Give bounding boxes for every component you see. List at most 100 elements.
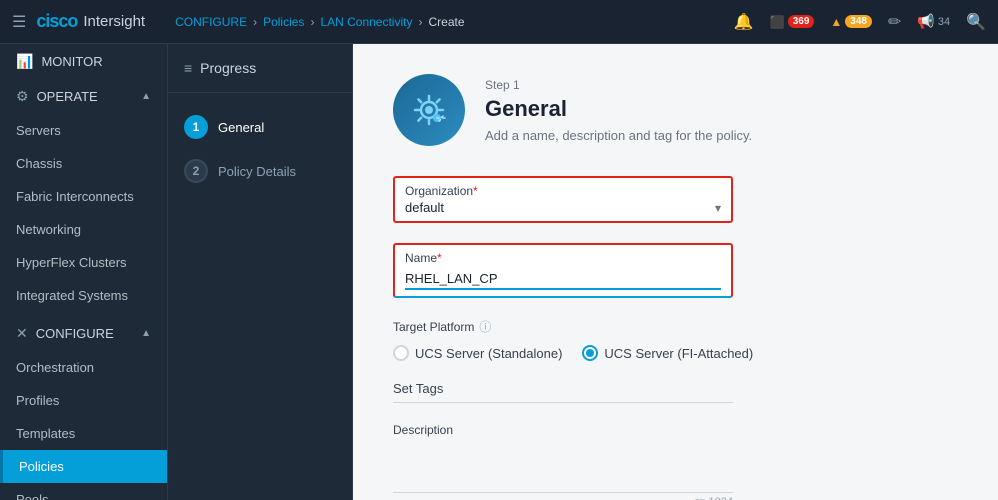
step1-circle: 1 xyxy=(184,115,208,139)
sidebar-item-integrated[interactable]: Integrated Systems xyxy=(0,279,167,312)
tags-divider xyxy=(393,402,733,403)
char-count: <= 1024 xyxy=(393,496,733,500)
sidebar-item-orchestration[interactable]: Orchestration xyxy=(0,351,167,384)
description-section: Description <= 1024 xyxy=(393,423,958,500)
breadcrumb-configure[interactable]: CONFIGURE xyxy=(175,15,247,29)
radio-label-standalone: UCS Server (Standalone) xyxy=(415,346,562,361)
configure-icon: ✕ xyxy=(16,325,28,342)
configure-section[interactable]: ✕ CONFIGURE ▲ xyxy=(0,316,167,351)
step1-label: General xyxy=(218,120,264,135)
sidebar-item-templates[interactable]: Templates xyxy=(0,417,167,450)
policies-label: Policies xyxy=(19,459,64,474)
topbar: ☰ cisco Intersight CONFIGURE › Policies … xyxy=(0,0,998,44)
topbar-right: 🔔 ⬛ 369 ▲ 348 ✏ 📢 34 🔍 xyxy=(734,12,986,32)
sidebar-item-servers[interactable]: Servers xyxy=(0,114,167,147)
hamburger-menu-icon[interactable]: ☰ xyxy=(12,12,26,32)
name-field: Name* RHEL_LAN_CP xyxy=(393,243,958,298)
radio-label-fi: UCS Server (FI-Attached) xyxy=(604,346,753,361)
progress-icon: ≡ xyxy=(184,60,192,76)
search-icon[interactable]: 🔍 xyxy=(966,12,986,32)
sidebar-item-policies[interactable]: Policies xyxy=(0,450,167,483)
orchestration-label: Orchestration xyxy=(16,360,94,375)
app-name: Intersight xyxy=(83,13,145,30)
gear-settings-icon xyxy=(409,90,449,130)
organization-value: default xyxy=(405,200,444,215)
sidebar-item-networking[interactable]: Networking xyxy=(0,213,167,246)
monitor-section[interactable]: 📊 MONITOR xyxy=(0,44,167,79)
step-title-area: Step 1 General Add a name, description a… xyxy=(485,74,752,143)
info-icon[interactable]: ⓘ xyxy=(479,318,491,335)
operate-section[interactable]: ⚙ OPERATE ▲ xyxy=(0,79,167,114)
templates-label: Templates xyxy=(16,426,75,441)
step2-label: Policy Details xyxy=(218,164,296,179)
tags-label: Set Tags xyxy=(393,381,958,396)
breadcrumb-create: Create xyxy=(428,15,464,29)
main-layout: 📊 MONITOR ⚙ OPERATE ▲ Servers Chassis Fa… xyxy=(0,44,998,500)
chassis-label: Chassis xyxy=(16,156,62,171)
step-header: Step 1 General Add a name, description a… xyxy=(393,74,958,146)
desc-label: Description xyxy=(393,423,958,437)
step-icon-circle xyxy=(393,74,465,146)
progress-panel: ≡ Progress 1 General 2 Policy Details xyxy=(168,44,353,500)
name-required: * xyxy=(437,251,442,265)
step-title: General xyxy=(485,96,752,122)
org-dropdown-arrow[interactable]: ▾ xyxy=(715,201,721,215)
bell-icon[interactable]: 🔔 xyxy=(734,12,754,32)
hyperflex-label: HyperFlex Clusters xyxy=(16,255,127,270)
name-box[interactable]: Name* RHEL_LAN_CP xyxy=(393,243,733,298)
configure-chevron: ▲ xyxy=(141,328,151,339)
warn-badge: ▲ 348 xyxy=(830,15,872,29)
megaphone-icon[interactable]: 📢 xyxy=(917,13,934,30)
progress-title: Progress xyxy=(200,60,256,76)
step1-number: 1 xyxy=(193,120,200,134)
platform-label: Target Platform ⓘ xyxy=(393,318,958,335)
operate-chevron: ▲ xyxy=(141,91,151,102)
desc-input[interactable] xyxy=(393,443,733,493)
step-desc: Add a name, description and tag for the … xyxy=(485,128,752,143)
progress-step-2[interactable]: 2 Policy Details xyxy=(168,149,352,193)
sidebar-item-hyperflex[interactable]: HyperFlex Clusters xyxy=(0,246,167,279)
organization-box[interactable]: Organization* default ▾ xyxy=(393,176,733,223)
radio-fi-attached[interactable]: UCS Server (FI-Attached) xyxy=(582,345,753,361)
name-value: RHEL_LAN_CP xyxy=(405,271,721,290)
radio-dot-fi xyxy=(586,349,594,357)
progress-step-1[interactable]: 1 General xyxy=(168,105,352,149)
configure-label: CONFIGURE xyxy=(36,326,114,341)
step2-number: 2 xyxy=(193,164,200,178)
monitor-label: MONITOR xyxy=(41,54,102,69)
fabric-label: Fabric Interconnects xyxy=(16,189,134,204)
operate-label: OPERATE xyxy=(37,89,98,104)
servers-label: Servers xyxy=(16,123,61,138)
sidebar-item-fabric[interactable]: Fabric Interconnects xyxy=(0,180,167,213)
org-required: * xyxy=(473,184,478,198)
organization-label: Organization* xyxy=(405,184,721,198)
networking-label: Networking xyxy=(16,222,81,237)
content-area: ≡ Progress 1 General 2 Policy Details xyxy=(168,44,998,500)
edit-icon[interactable]: ✏ xyxy=(888,12,901,32)
announce-count: 34 xyxy=(938,16,950,28)
error-icon: ⬛ xyxy=(770,15,785,29)
sidebar-item-chassis[interactable]: Chassis xyxy=(0,147,167,180)
announce-badge: 📢 34 xyxy=(917,13,950,30)
organization-field: Organization* default ▾ xyxy=(393,176,958,223)
form-area: Step 1 General Add a name, description a… xyxy=(353,44,998,500)
warn-icon: ▲ xyxy=(830,15,842,29)
breadcrumb: CONFIGURE › Policies › LAN Connectivity … xyxy=(175,15,464,29)
radio-group: UCS Server (Standalone) UCS Server (FI-A… xyxy=(393,345,958,361)
breadcrumb-policies[interactable]: Policies xyxy=(263,15,304,29)
error-count: 369 xyxy=(788,15,815,28)
breadcrumb-sep2: › xyxy=(310,15,314,29)
step2-circle: 2 xyxy=(184,159,208,183)
progress-header: ≡ Progress xyxy=(168,60,352,93)
radio-circle-standalone xyxy=(393,345,409,361)
pools-label: Pools xyxy=(16,492,49,500)
monitor-icon: 📊 xyxy=(16,53,33,70)
name-label: Name* xyxy=(405,251,721,265)
organization-input-row: default ▾ xyxy=(405,200,721,215)
sidebar-item-pools[interactable]: Pools xyxy=(0,483,167,500)
target-platform-section: Target Platform ⓘ UCS Server (Standalone… xyxy=(393,318,958,361)
radio-standalone[interactable]: UCS Server (Standalone) xyxy=(393,345,562,361)
sidebar: 📊 MONITOR ⚙ OPERATE ▲ Servers Chassis Fa… xyxy=(0,44,168,500)
breadcrumb-lan[interactable]: LAN Connectivity xyxy=(320,15,412,29)
sidebar-item-profiles[interactable]: Profiles xyxy=(0,384,167,417)
